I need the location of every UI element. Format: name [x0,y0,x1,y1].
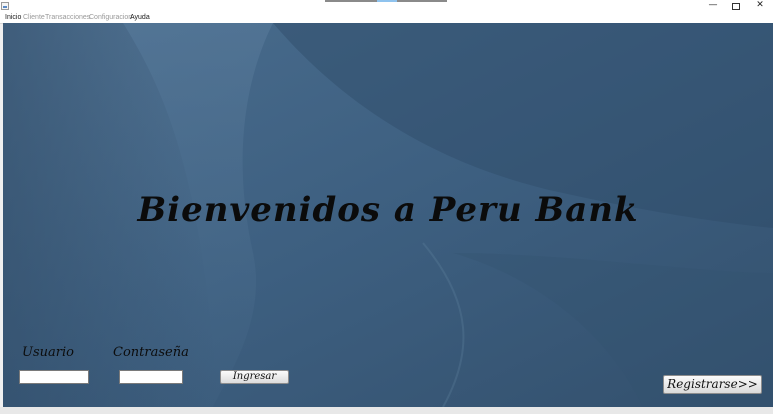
ingresar-button[interactable]: Ingresar [220,370,289,384]
registrarse-button[interactable]: Registrarse>> [663,375,762,394]
title-bar: — ✕ [0,0,773,12]
close-icon: ✕ [756,0,764,10]
window-bottom-border [0,407,773,414]
menu-configuracion[interactable]: Configuracion [89,13,132,22]
menu-inicio[interactable]: Inicio [5,13,21,22]
app-window: — ✕ Inicio Cliente Transacciones Configu… [0,0,773,414]
minimize-icon: — [708,0,718,10]
main-panel: Bienvenidos a Peru Bank Usuario Contrase… [3,23,773,407]
taskbar-indicator [325,0,447,2]
minimize-button[interactable]: — [701,0,725,12]
welcome-heading: Bienvenidos a Peru Bank [137,190,639,230]
menu-ayuda[interactable]: Ayuda [130,13,150,22]
usuario-input[interactable] [19,370,89,384]
java-app-icon [1,2,9,10]
maximize-button[interactable] [724,0,748,12]
maximize-icon [732,3,740,10]
contrasena-label: Contraseña [113,345,189,360]
menu-cliente[interactable]: Cliente [23,13,45,22]
contrasena-input[interactable] [119,370,183,384]
usuario-label: Usuario [22,345,74,360]
menu-transacciones[interactable]: Transacciones [45,13,90,22]
close-button[interactable]: ✕ [748,0,772,12]
